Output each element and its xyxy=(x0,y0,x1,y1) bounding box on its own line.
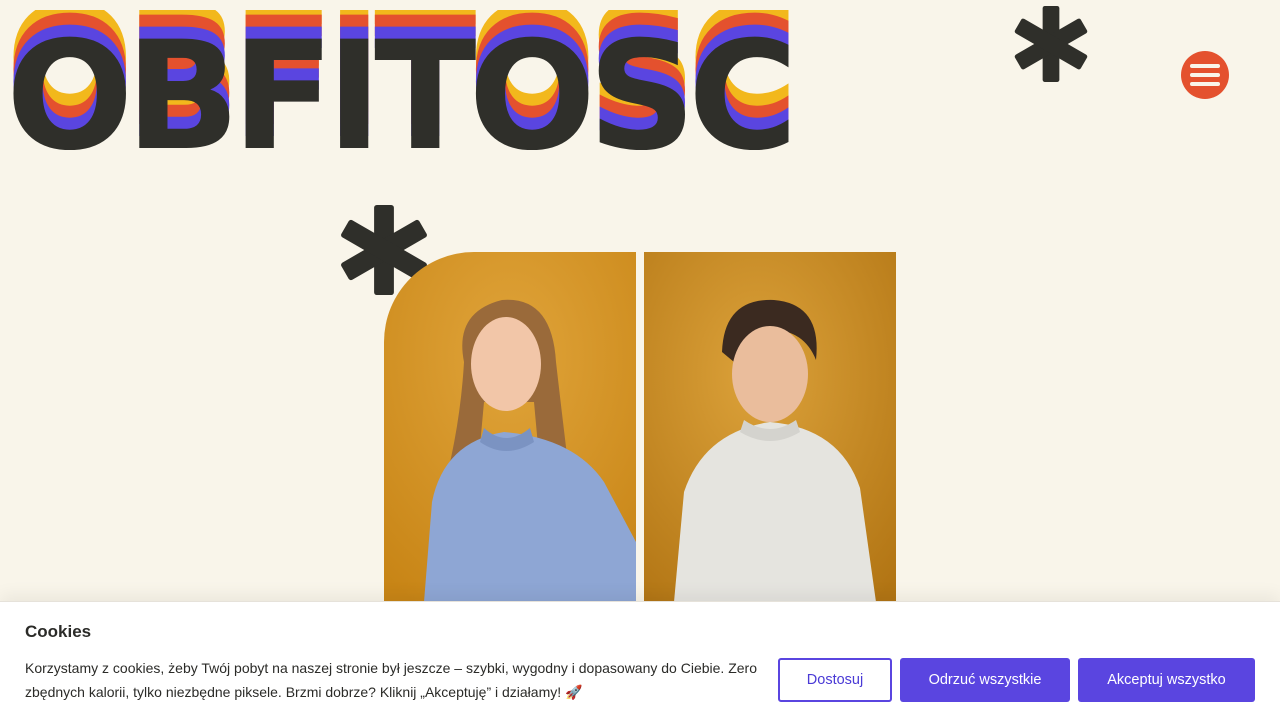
logo-layer-main: OBFITOSC xyxy=(10,10,790,150)
hamburger-menu-icon xyxy=(1190,73,1220,77)
site-logo[interactable]: OBFITOSC OBFITOSC OBFITOSC OBFITOSC xyxy=(10,10,990,150)
accept-all-button[interactable]: Akceptuj wszystko xyxy=(1078,658,1255,702)
hamburger-menu-icon xyxy=(1190,64,1220,68)
team-photo-left xyxy=(384,252,636,602)
customize-button[interactable]: Dostosuj xyxy=(778,658,892,702)
asterisk-icon xyxy=(1014,6,1088,82)
hamburger-menu-icon xyxy=(1190,82,1220,86)
cookie-title: Cookies xyxy=(25,622,92,641)
team-photo-right xyxy=(644,252,896,602)
menu-button[interactable] xyxy=(1181,51,1229,99)
cookie-description: Korzystamy z cookies, żeby Twój pobyt na… xyxy=(25,660,757,700)
cookie-banner: Cookies Korzystamy z cookies, żeby Twój … xyxy=(0,601,1280,720)
reject-all-button[interactable]: Odrzuć wszystkie xyxy=(900,658,1070,702)
